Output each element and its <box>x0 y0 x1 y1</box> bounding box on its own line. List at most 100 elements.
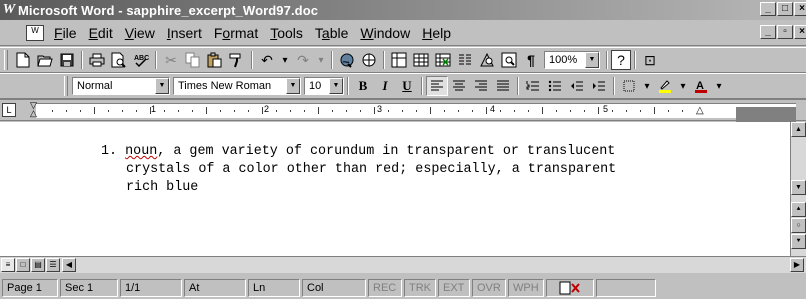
online-layout-view-icon[interactable]: □ <box>16 258 30 272</box>
font-combo[interactable]: Times New Roman ▼ <box>173 77 301 95</box>
next-page-icon[interactable]: ⯆ <box>791 234 806 249</box>
menu-help[interactable]: Help <box>416 25 457 41</box>
menu-tools[interactable]: Tools <box>264 25 309 41</box>
doc-restore-button[interactable]: ▫ <box>777 25 793 39</box>
toolbar-overflow-icon[interactable]: ⊡ <box>639 50 661 70</box>
insert-excel-icon[interactable] <box>432 50 454 70</box>
separator <box>421 77 423 95</box>
paste-icon[interactable] <box>204 50 226 70</box>
right-indent-marker[interactable]: △ <box>696 106 704 116</box>
web-toolbar-icon[interactable] <box>358 50 380 70</box>
borders-icon[interactable] <box>618 76 640 96</box>
ruler-tick <box>402 110 403 112</box>
minimize-button[interactable]: _ <box>760 2 776 16</box>
style-dropdown-arrow[interactable]: ▼ <box>155 78 169 94</box>
font-size-combo[interactable]: 10 ▼ <box>304 77 344 95</box>
close-button[interactable]: × <box>794 2 806 16</box>
normal-view-icon[interactable]: ≡ <box>1 258 15 272</box>
style-combo[interactable]: Normal ▼ <box>72 77 170 95</box>
menu-window[interactable]: Window <box>354 25 416 41</box>
menu-table[interactable]: Table <box>309 25 354 41</box>
list-line-3: rich blue <box>126 180 199 195</box>
columns-icon[interactable] <box>454 50 476 70</box>
toolbar-grip[interactable] <box>64 76 68 96</box>
highlight-dropdown-icon[interactable]: ▾ <box>676 76 690 96</box>
menu-view[interactable]: View <box>119 25 161 41</box>
highlight-icon[interactable] <box>654 76 676 96</box>
bullets-icon[interactable] <box>544 76 566 96</box>
underline-button[interactable]: U <box>396 76 418 96</box>
font-size-dropdown-arrow[interactable]: ▼ <box>329 78 343 94</box>
document-control-icon[interactable]: W <box>26 24 44 41</box>
decrease-indent-icon[interactable] <box>566 76 588 96</box>
hanging-indent-marker[interactable]: △ <box>30 109 37 118</box>
horizontal-scrollbar[interactable]: ≡ □ ▤ ☰ ◀ ▶ <box>0 256 806 273</box>
status-trk[interactable]: TRK <box>404 278 436 297</box>
spelling-status-icon[interactable] <box>546 278 594 297</box>
previous-page-icon[interactable]: ⯅ <box>791 202 806 217</box>
menu-insert[interactable]: Insert <box>161 25 208 41</box>
scroll-right-icon[interactable]: ▶ <box>790 258 804 272</box>
drawing-icon[interactable] <box>476 50 498 70</box>
open-folder-icon[interactable] <box>34 50 56 70</box>
undo-icon[interactable]: ↶ <box>256 50 278 70</box>
zoom-dropdown-arrow[interactable]: ▼ <box>585 52 599 68</box>
scroll-left-icon[interactable]: ◀ <box>62 258 76 272</box>
ruler-tick <box>654 107 655 114</box>
new-document-icon[interactable] <box>12 50 34 70</box>
borders-dropdown-icon[interactable]: ▾ <box>640 76 654 96</box>
justify-icon[interactable] <box>492 76 514 96</box>
print-preview-icon[interactable] <box>108 50 130 70</box>
status-ext[interactable]: EXT <box>438 278 470 297</box>
status-rec[interactable]: REC <box>368 278 402 297</box>
insert-hyperlink-icon[interactable] <box>336 50 358 70</box>
align-center-icon[interactable] <box>448 76 470 96</box>
increase-indent-icon[interactable] <box>588 76 610 96</box>
toolbar-grip[interactable] <box>4 50 8 70</box>
numbering-icon[interactable] <box>522 76 544 96</box>
scroll-down-icon[interactable]: ▼ <box>791 180 806 195</box>
ruler-tick <box>304 110 305 112</box>
document-area[interactable]: 1. noun, a gem variety of corundum in tr… <box>0 122 790 256</box>
undo-dropdown-icon[interactable]: ▾ <box>278 50 292 70</box>
spelling-icon[interactable]: ABC <box>130 50 152 70</box>
ruler-tick <box>318 107 319 114</box>
menu-edit[interactable]: Edit <box>83 25 119 41</box>
cut-icon[interactable]: ✂ <box>160 50 182 70</box>
tables-borders-icon[interactable] <box>388 50 410 70</box>
save-disk-icon[interactable] <box>56 50 78 70</box>
office-assistant-icon[interactable]: ? <box>611 50 631 70</box>
ruler-tick <box>612 110 613 112</box>
scroll-up-icon[interactable]: ▲ <box>791 122 806 137</box>
outline-view-icon[interactable]: ☰ <box>46 258 60 272</box>
align-left-icon[interactable] <box>426 76 448 96</box>
status-ovr[interactable]: OVR <box>472 278 506 297</box>
font-color-icon[interactable]: A <box>690 76 712 96</box>
restore-button[interactable]: □ <box>777 2 793 16</box>
vertical-scrollbar[interactable]: ▲ ▼ ⯅ ○ ⯆ <box>790 122 806 256</box>
insert-table-icon[interactable] <box>410 50 432 70</box>
italic-button[interactable]: I <box>374 76 396 96</box>
font-color-dropdown-icon[interactable]: ▾ <box>712 76 726 96</box>
zoom-combo[interactable]: 100% ▼ <box>544 51 600 69</box>
redo-dropdown-icon[interactable]: ▾ <box>314 50 328 70</box>
bold-button[interactable]: B <box>352 76 374 96</box>
document-map-icon[interactable] <box>498 50 520 70</box>
page-layout-view-icon[interactable]: ▤ <box>31 258 45 272</box>
ruler-tick <box>206 107 207 114</box>
format-painter-icon[interactable] <box>226 50 248 70</box>
show-hide-pilcrow-icon[interactable]: ¶ <box>520 50 542 70</box>
menu-format[interactable]: Format <box>208 25 264 41</box>
word-app-icon[interactable]: W <box>0 2 18 18</box>
menu-file[interactable]: File <box>48 25 83 41</box>
font-dropdown-arrow[interactable]: ▼ <box>286 78 300 94</box>
copy-icon[interactable] <box>182 50 204 70</box>
align-right-icon[interactable] <box>470 76 492 96</box>
select-browse-object-icon[interactable]: ○ <box>791 218 806 233</box>
ruler-scale[interactable]: 1 2 3 4 5 △ <box>36 103 796 122</box>
status-wph[interactable]: WPH <box>508 278 544 297</box>
doc-close-button[interactable]: × <box>794 25 806 39</box>
print-icon[interactable] <box>86 50 108 70</box>
redo-icon[interactable]: ↷ <box>292 50 314 70</box>
doc-minimize-button[interactable]: _ <box>760 25 776 39</box>
